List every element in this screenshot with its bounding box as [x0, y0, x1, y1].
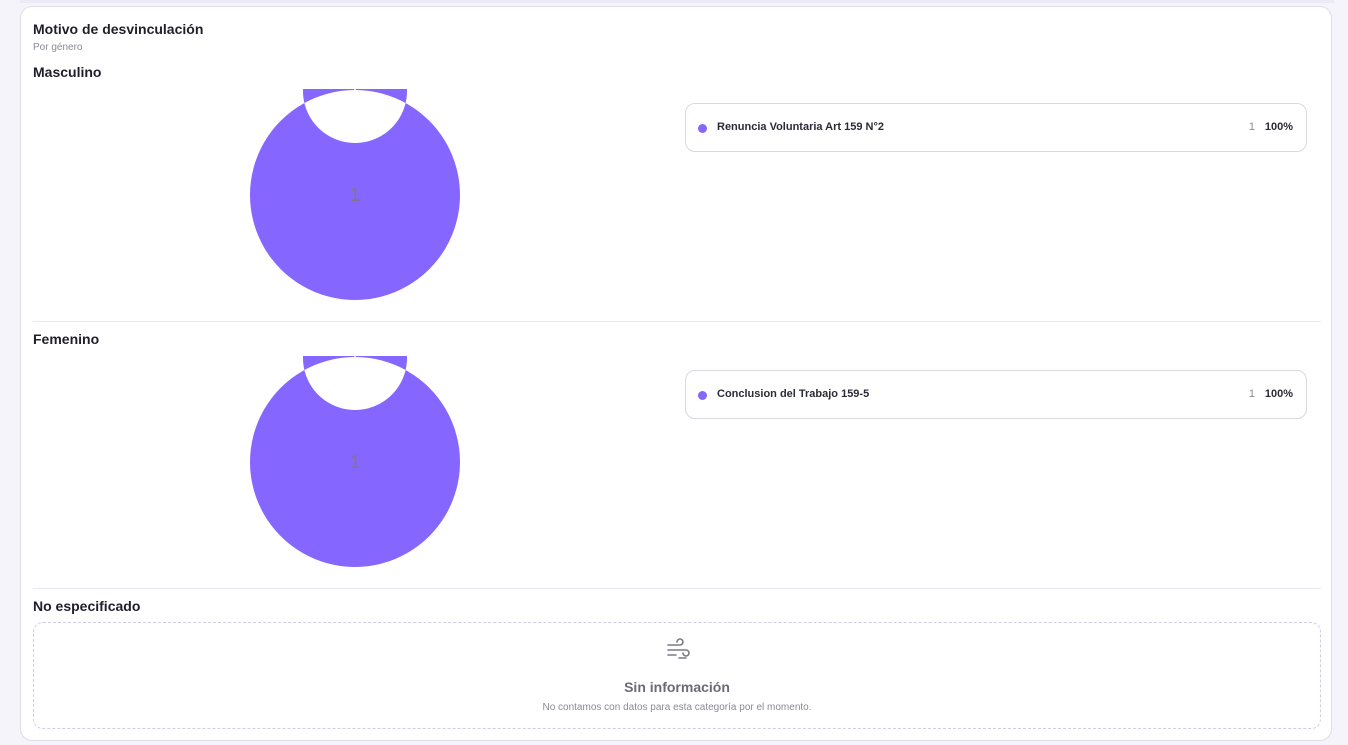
wind-icon [667, 638, 690, 659]
section-title-masculino: Masculino [33, 64, 102, 80]
donut-chart-masculino[interactable]: 1 [249, 89, 461, 301]
empty-state: Sin información No contamos con datos pa… [33, 622, 1321, 729]
legend-label: Conclusion del Trabajo 159-5 [717, 388, 870, 400]
legend-percentage: 100% [1264, 388, 1293, 400]
chart-card: Motivo de desvinculación Por género Masc… [20, 6, 1332, 741]
card-title: Motivo de desvinculación [33, 21, 204, 37]
top-strip [20, 0, 1334, 3]
legend-item-conclusion-trabajo[interactable]: Conclusion del Trabajo 159-5 1 100% [685, 370, 1307, 419]
section-title-femenino: Femenino [33, 331, 100, 347]
legend-count: 1 [1248, 388, 1255, 400]
empty-state-title: Sin información [624, 679, 730, 695]
legend-count: 1 [1248, 121, 1255, 133]
legend-percentage: 100% [1264, 121, 1293, 133]
section-divider [33, 321, 1321, 322]
legend-color-dot [698, 124, 707, 133]
donut-chart-femenino[interactable]: 1 [249, 356, 461, 568]
legend-color-dot [698, 391, 707, 400]
card-subtitle: Por género [33, 42, 83, 53]
empty-state-text: No contamos con datos para esta categorí… [542, 702, 812, 713]
section-title-no-especificado: No especificado [33, 598, 141, 614]
donut-center-value: 1 [349, 452, 360, 472]
legend-label: Renuncia Voluntaria Art 159 N°2 [717, 121, 884, 133]
donut-center-value: 1 [349, 185, 360, 205]
section-divider [33, 588, 1321, 589]
page: Motivo de desvinculación Por género Masc… [0, 0, 1348, 745]
legend-item-renuncia-voluntaria[interactable]: Renuncia Voluntaria Art 159 N°2 1 100% [685, 103, 1307, 152]
